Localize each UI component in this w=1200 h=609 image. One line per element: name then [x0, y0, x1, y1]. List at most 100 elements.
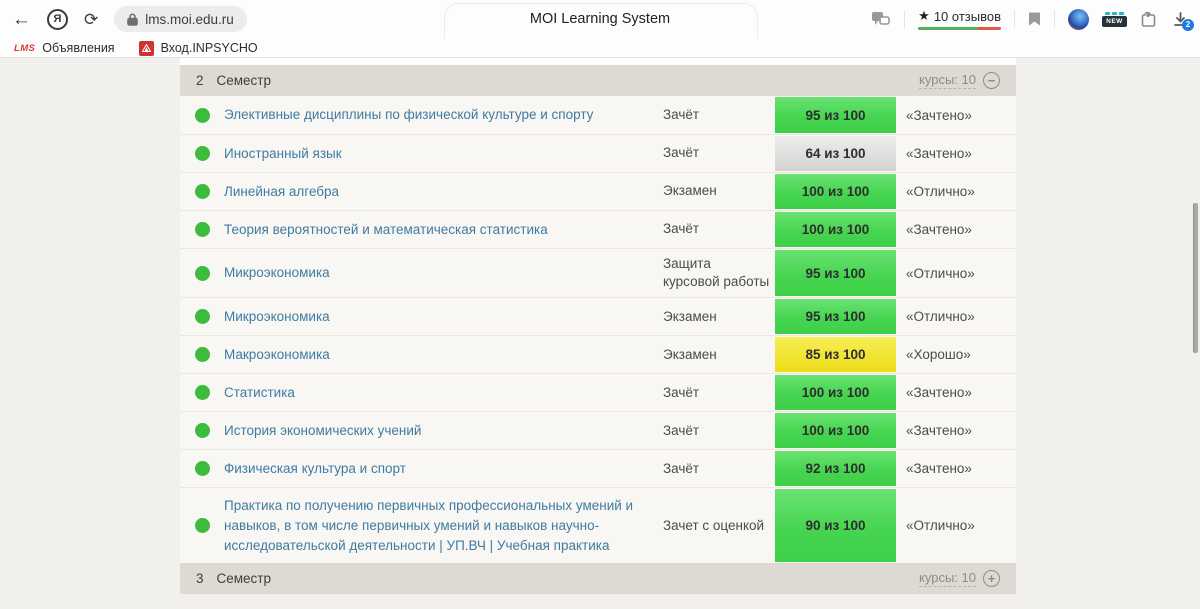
status-cell: [180, 374, 224, 411]
score-cell: 85 из 100: [775, 336, 896, 373]
grade-text: «Зачтено»: [896, 135, 1016, 172]
course-link[interactable]: Статистика: [224, 383, 295, 403]
score-cell: 95 из 100: [775, 96, 896, 134]
course-link[interactable]: Линейная алгебра: [224, 182, 339, 202]
status-dot-icon: [195, 309, 210, 324]
table-row: Линейная алгебра Экзамен 100 из 100 «Отл…: [180, 172, 1016, 210]
reviews-count-label: 10 отзывов: [934, 9, 1001, 24]
status-dot-icon: [195, 146, 210, 161]
exam-type-text: Защита курсовой работы: [663, 249, 775, 297]
semester-3-header: 3 Семестр курсы: 10 +: [180, 563, 1016, 594]
inpsycho-logo-icon: [139, 41, 154, 56]
course-name-cell: Линейная алгебра: [224, 173, 663, 210]
course-link[interactable]: Иностранный язык: [224, 144, 342, 164]
score-badge: 95 из 100: [775, 299, 896, 334]
profile-avatar[interactable]: [1068, 9, 1089, 30]
status-dot-icon: [195, 222, 210, 237]
downloads-icon[interactable]: 2: [1173, 12, 1188, 27]
table-row: Физическая культура и спорт Зачёт 92 из …: [180, 449, 1016, 487]
address-bar[interactable]: lms.moi.edu.ru: [114, 6, 247, 32]
score-badge: 100 из 100: [775, 413, 896, 448]
toolbar-divider: [1054, 10, 1055, 28]
grade-text: «Зачтено»: [896, 412, 1016, 449]
course-name-cell: Теория вероятностей и математическая ста…: [224, 211, 663, 248]
table-row: Макроэкономика Экзамен 85 из 100 «Хорошо…: [180, 335, 1016, 373]
back-button[interactable]: ←: [12, 10, 31, 29]
score-cell: 95 из 100: [775, 298, 896, 335]
status-cell: [180, 412, 224, 449]
grade-text: «Отлично»: [896, 298, 1016, 335]
course-link[interactable]: Практика по получению первичных професси…: [224, 496, 649, 555]
course-name-cell: История экономических учений: [224, 412, 663, 449]
extensions-icon[interactable]: [1140, 11, 1160, 28]
status-cell: [180, 96, 224, 134]
scrollbar-thumb[interactable]: [1193, 203, 1198, 353]
yandex-logo-button[interactable]: Я: [47, 9, 68, 30]
bookmark-icon[interactable]: [1028, 11, 1041, 27]
course-link[interactable]: Микроэкономика: [224, 263, 330, 283]
course-link[interactable]: Макроэкономика: [224, 345, 330, 365]
grade-text: «Отлично»: [896, 173, 1016, 210]
score-badge: 95 из 100: [775, 97, 896, 133]
star-icon: ★: [918, 8, 930, 24]
screenshot-new-icon[interactable]: NEW: [1102, 9, 1127, 30]
course-link[interactable]: История экономических учений: [224, 421, 421, 441]
status-dot-icon: [195, 423, 210, 438]
table-row: История экономических учений Зачёт 100 и…: [180, 411, 1016, 449]
score-badge: 95 из 100: [775, 250, 896, 296]
lms-logo-icon: LMS: [14, 43, 35, 54]
bookmark-inpsycho-login[interactable]: Вход.INPSYCHO: [139, 41, 258, 56]
lock-icon: [127, 13, 138, 26]
courses-count-link[interactable]: курсы: 10: [919, 72, 976, 89]
course-name-cell: Микроэкономика: [224, 298, 663, 335]
course-name-cell: Практика по получению первичных професси…: [224, 488, 663, 563]
score-badge: 90 из 100: [775, 489, 896, 562]
grades-page: 2 Семестр курсы: 10 − Элективные дисципл…: [0, 58, 1200, 609]
course-link[interactable]: Элективные дисциплины по физической куль…: [224, 105, 593, 125]
exam-type-text: Зачёт: [663, 135, 775, 172]
status-cell: [180, 450, 224, 487]
score-badge: 100 из 100: [775, 212, 896, 247]
bookmark-label: Объявления: [42, 41, 114, 55]
side-panels-icon[interactable]: [871, 11, 891, 27]
expand-section-icon[interactable]: +: [983, 570, 1000, 587]
semester-2-header: 2 Семестр курсы: 10 −: [180, 65, 1016, 96]
status-dot-icon: [195, 266, 210, 281]
refresh-button[interactable]: ⟳: [84, 11, 98, 28]
score-badge: 64 из 100: [775, 136, 896, 171]
course-name-cell: Физическая культура и спорт: [224, 450, 663, 487]
semester-number: 3: [196, 571, 204, 586]
courses-count-link[interactable]: курсы: 10: [919, 570, 976, 587]
score-cell: 100 из 100: [775, 211, 896, 248]
exam-type-text: Экзамен: [663, 173, 775, 210]
course-link[interactable]: Физическая культура и спорт: [224, 459, 406, 479]
table-row: Элективные дисциплины по физической куль…: [180, 96, 1016, 134]
exam-type-text: Экзамен: [663, 336, 775, 373]
score-badge: 92 из 100: [775, 451, 896, 486]
active-tab-outline: [444, 3, 758, 39]
course-link[interactable]: Микроэкономика: [224, 307, 330, 327]
grade-text: «Зачтено»: [896, 374, 1016, 411]
score-badge: 85 из 100: [775, 337, 896, 372]
site-rating-widget[interactable]: ★ 10 отзывов: [918, 8, 1001, 30]
score-badge: 100 из 100: [775, 375, 896, 410]
table-top-strip: [180, 58, 1016, 65]
course-name-cell: Микроэкономика: [224, 249, 663, 297]
browser-chrome: MOI Learning System ← Я ⟳ lms.moi.edu.ru: [0, 0, 1200, 58]
bookmark-label: Вход.INPSYCHO: [161, 41, 258, 55]
status-dot-icon: [195, 385, 210, 400]
status-cell: [180, 249, 224, 297]
grade-text: «Зачтено»: [896, 96, 1016, 134]
course-link[interactable]: Теория вероятностей и математическая ста…: [224, 220, 548, 240]
bookmark-lms-announcements[interactable]: LMS Объявления: [14, 41, 115, 55]
url-text: lms.moi.edu.ru: [145, 12, 234, 27]
score-cell: 64 из 100: [775, 135, 896, 172]
status-cell: [180, 336, 224, 373]
course-name-cell: Иностранный язык: [224, 135, 663, 172]
status-dot-icon: [195, 184, 210, 199]
collapse-section-icon[interactable]: −: [983, 72, 1000, 89]
status-dot-icon: [195, 108, 210, 123]
table-row: Иностранный язык Зачёт 64 из 100 «Зачтен…: [180, 134, 1016, 172]
table-row: Теория вероятностей и математическая ста…: [180, 210, 1016, 248]
score-badge: 100 из 100: [775, 174, 896, 209]
